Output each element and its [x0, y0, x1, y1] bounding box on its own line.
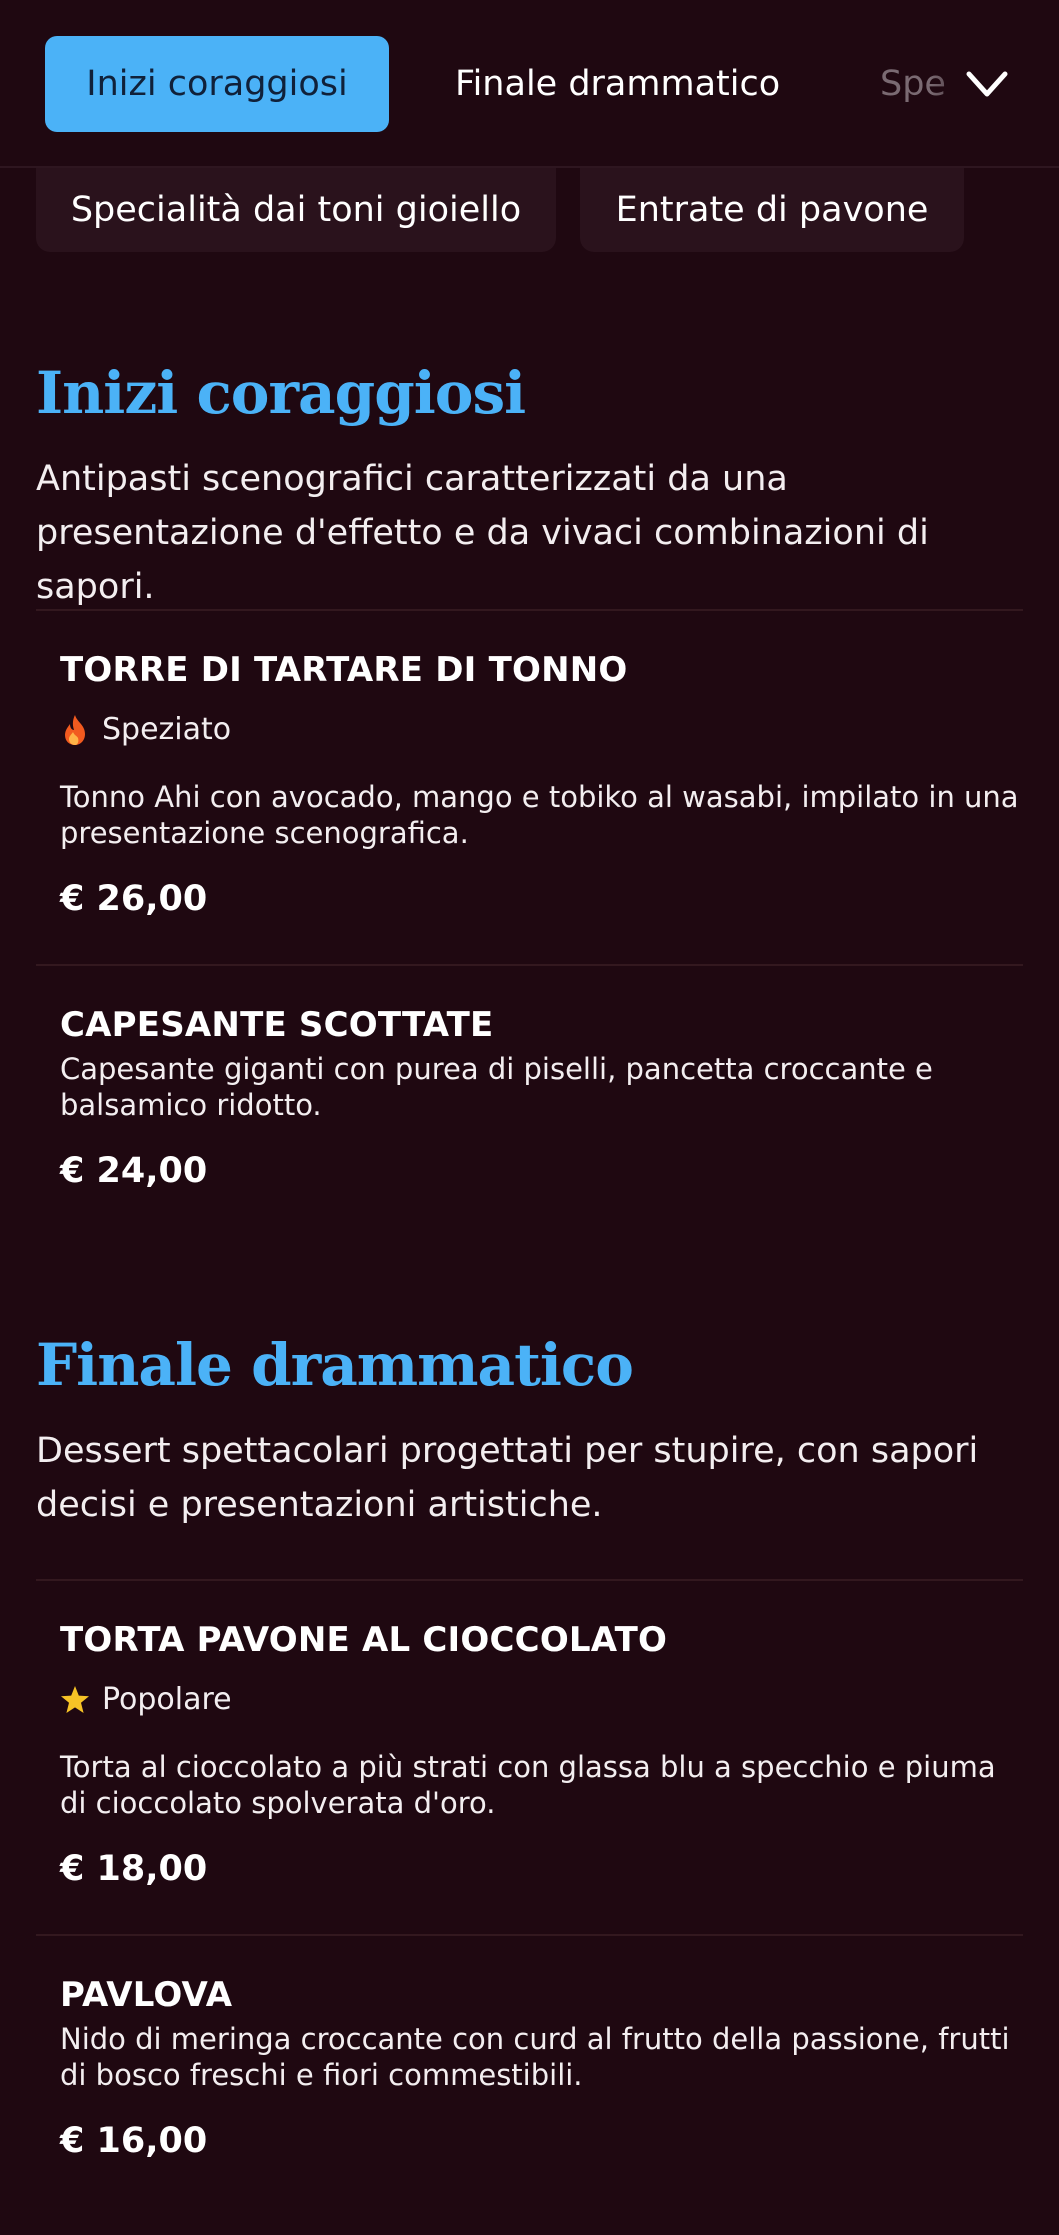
item-price: € 18,00	[60, 1849, 208, 1889]
chip-entrate-di-pavone[interactable]: Entrate di pavone	[580, 168, 964, 252]
item-price: € 24,00	[60, 1151, 208, 1191]
fire-icon	[65, 714, 85, 745]
section-title: Inizi coraggiosi	[36, 359, 526, 427]
divider	[36, 1579, 1023, 1581]
section-title: Finale drammatico	[36, 1331, 634, 1399]
section-description: Dessert spettacolari progettati per stup…	[36, 1430, 979, 1525]
item-name: PAVLOVA	[60, 1975, 233, 2015]
chevron-down-icon[interactable]	[963, 62, 1011, 106]
star-icon	[61, 1685, 89, 1713]
popular-badge: Popolare	[60, 1682, 1020, 1717]
item-description: Capesante giganti con purea di piselli, …	[60, 1052, 933, 1122]
item-price: € 16,00	[60, 2121, 208, 2161]
divider	[36, 964, 1023, 966]
item-name: CAPESANTE SCOTTATE	[60, 1005, 494, 1045]
badge-label: Speziato	[102, 712, 232, 747]
category-chip-row: Specialità dai toni gioiello Entrate di …	[0, 168, 1059, 256]
category-tab-bar: Inizi coraggiosi Finale drammatico Spe	[0, 0, 1059, 168]
item-description: Tonno Ahi con avocado, mango e tobiko al…	[60, 780, 1019, 850]
menu-item-torre-tartare[interactable]: TORRE DI TARTARE DI TONNO Speziato Tonno…	[60, 650, 1020, 919]
item-description: Torta al cioccolato a più strati con gla…	[60, 1750, 996, 1820]
menu-item-pavlova[interactable]: PAVLOVA Nido di meringa croccante con cu…	[60, 1975, 1020, 2161]
divider	[36, 609, 1023, 611]
badge-label: Popolare	[102, 1682, 232, 1717]
menu-item-capesante[interactable]: CAPESANTE SCOTTATE Capesante giganti con…	[60, 1005, 1020, 1191]
section-description: Antipasti scenografici caratterizzati da…	[36, 458, 929, 607]
item-name: TORTA PAVONE AL CIOCCOLATO	[60, 1620, 668, 1660]
item-name: TORRE DI TARTARE DI TONNO	[60, 650, 628, 690]
item-description: Nido di meringa croccante con curd al fr…	[60, 2022, 1010, 2092]
tab-finale-drammatico[interactable]: Finale drammatico	[455, 36, 780, 132]
spicy-badge: Speziato	[60, 712, 1020, 747]
menu-item-torta-pavone[interactable]: TORTA PAVONE AL CIOCCOLATO Popolare Tort…	[60, 1620, 1020, 1889]
tab-inizi-coraggiosi[interactable]: Inizi coraggiosi	[45, 36, 389, 132]
divider	[36, 1934, 1023, 1936]
menu-section-inizi-coraggiosi: Inizi coraggiosi Antipasti scenografici …	[36, 359, 1023, 1191]
menu-section-finale-drammatico: Finale drammatico Dessert spettacolari p…	[36, 1331, 1023, 2161]
item-price: € 26,00	[60, 879, 208, 919]
chip-specialita-toni-gioiello[interactable]: Specialità dai toni gioiello	[36, 168, 556, 252]
